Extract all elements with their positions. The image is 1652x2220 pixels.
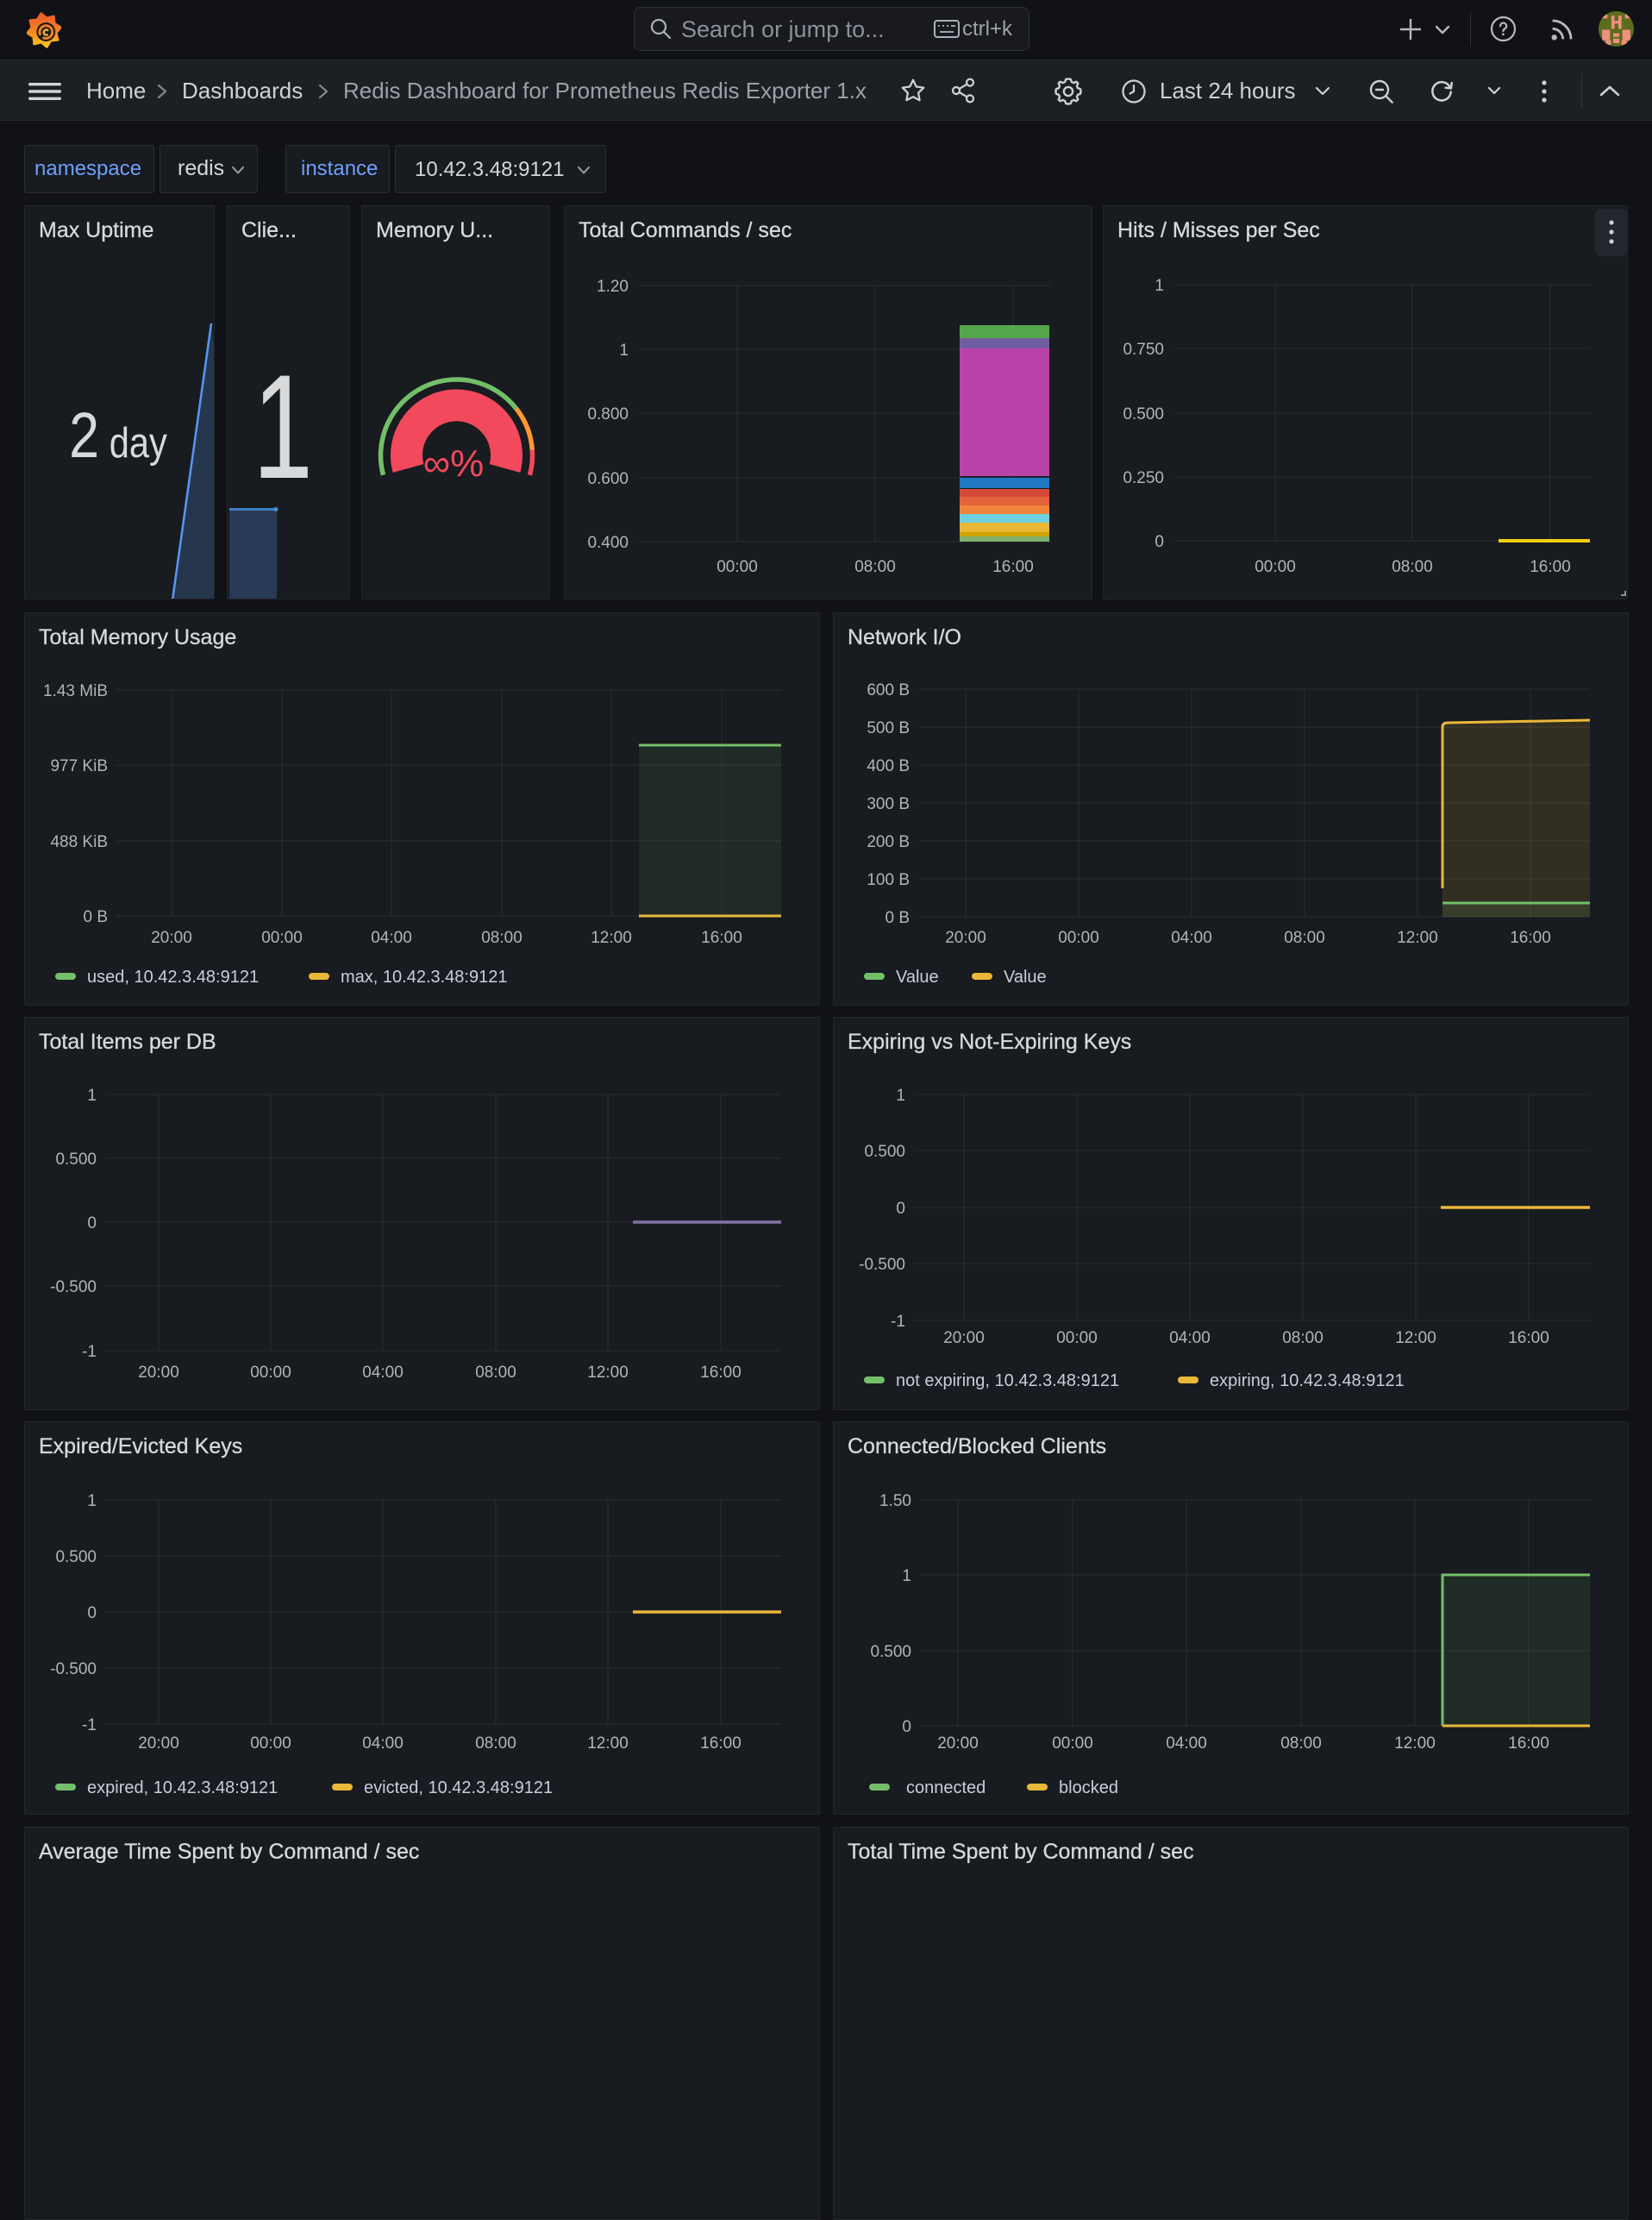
svg-text:12:00: 12:00 [1394, 1734, 1436, 1753]
svg-text:not expiring, 10.42.3.48:9121: not expiring, 10.42.3.48:9121 [896, 1371, 1119, 1390]
svg-text:08:00: 08:00 [1284, 929, 1325, 947]
svg-text:0 B: 0 B [885, 909, 910, 927]
svg-text:16:00: 16:00 [1510, 929, 1551, 947]
svg-text:1.43 MiB: 1.43 MiB [43, 682, 108, 700]
svg-text:12:00: 12:00 [1397, 929, 1438, 947]
svg-text:977 KiB: 977 KiB [50, 757, 108, 775]
svg-text:04:00: 04:00 [371, 929, 412, 947]
svg-text:-0.500: -0.500 [859, 1256, 905, 1274]
svg-text:0.500: 0.500 [870, 1643, 911, 1661]
svg-text:08:00: 08:00 [475, 1734, 516, 1753]
svg-text:00:00: 00:00 [1058, 929, 1099, 947]
svg-text:600 B: 600 B [867, 681, 910, 699]
svg-text:2 day: 2 day [69, 399, 167, 471]
svg-text:0.800: 0.800 [587, 405, 629, 423]
svg-text:12:00: 12:00 [587, 1734, 629, 1753]
svg-text:00:00: 00:00 [1255, 558, 1296, 576]
svg-text:-1: -1 [82, 1716, 97, 1734]
svg-text:-1: -1 [891, 1313, 905, 1331]
svg-text:expiring, 10.42.3.48:9121: expiring, 10.42.3.48:9121 [1210, 1371, 1405, 1390]
svg-text:12:00: 12:00 [591, 929, 632, 947]
svg-text:0.750: 0.750 [1123, 341, 1164, 359]
svg-text:1: 1 [87, 1492, 97, 1510]
svg-text:0: 0 [87, 1214, 97, 1232]
svg-text:1: 1 [896, 1087, 905, 1105]
svg-text:1.20: 1.20 [597, 278, 629, 296]
svg-text:0.500: 0.500 [55, 1151, 97, 1169]
svg-text:Value: Value [896, 968, 939, 987]
svg-text:04:00: 04:00 [362, 1734, 404, 1753]
svg-text:08:00: 08:00 [475, 1364, 516, 1382]
svg-text:0.500: 0.500 [1123, 405, 1164, 423]
svg-text:04:00: 04:00 [1171, 929, 1212, 947]
svg-text:0.500: 0.500 [55, 1548, 97, 1566]
svg-text:0: 0 [902, 1718, 911, 1736]
svg-text:300 B: 300 B [867, 795, 910, 813]
svg-text:20:00: 20:00 [937, 1734, 979, 1753]
svg-text:0: 0 [896, 1200, 905, 1218]
svg-text:12:00: 12:00 [1395, 1329, 1436, 1347]
svg-text:1.50: 1.50 [879, 1492, 911, 1510]
svg-text:488 KiB: 488 KiB [50, 833, 108, 851]
svg-text:00:00: 00:00 [1056, 1329, 1098, 1347]
svg-text:00:00: 00:00 [261, 929, 303, 947]
svg-text:08:00: 08:00 [854, 558, 896, 576]
svg-text:0: 0 [1155, 533, 1164, 551]
svg-text:connected: connected [906, 1778, 986, 1797]
svg-text:08:00: 08:00 [1282, 1329, 1323, 1347]
svg-text:0.250: 0.250 [1123, 469, 1164, 487]
svg-text:16:00: 16:00 [700, 1364, 742, 1382]
svg-text:200 B: 200 B [867, 833, 910, 851]
svg-text:1: 1 [1155, 277, 1164, 295]
svg-text:0: 0 [87, 1604, 97, 1622]
svg-text:04:00: 04:00 [362, 1364, 404, 1382]
svg-text:1: 1 [619, 342, 629, 360]
svg-text:00:00: 00:00 [716, 558, 758, 576]
svg-text:00:00: 00:00 [250, 1364, 291, 1382]
svg-text:0 B: 0 B [83, 908, 108, 926]
svg-text:500 B: 500 B [867, 719, 910, 737]
svg-text:16:00: 16:00 [1530, 558, 1571, 576]
svg-text:1: 1 [253, 344, 313, 510]
svg-text:08:00: 08:00 [1280, 1734, 1322, 1753]
svg-text:-1: -1 [82, 1343, 97, 1361]
svg-text:-0.500: -0.500 [50, 1660, 97, 1678]
svg-text:100 B: 100 B [867, 871, 910, 889]
svg-text:20:00: 20:00 [138, 1364, 179, 1382]
svg-text:expired, 10.42.3.48:9121: expired, 10.42.3.48:9121 [87, 1778, 278, 1797]
svg-text:16:00: 16:00 [700, 1734, 742, 1753]
svg-text:400 B: 400 B [867, 757, 910, 775]
svg-text:20:00: 20:00 [151, 929, 192, 947]
svg-text:-0.500: -0.500 [50, 1278, 97, 1296]
svg-text:08:00: 08:00 [1392, 558, 1433, 576]
svg-text:00:00: 00:00 [1052, 1734, 1093, 1753]
svg-text:used, 10.42.3.48:9121: used, 10.42.3.48:9121 [87, 968, 259, 987]
svg-text:∞%: ∞% [423, 442, 485, 485]
svg-text:20:00: 20:00 [943, 1329, 985, 1347]
svg-text:16:00: 16:00 [992, 558, 1034, 576]
svg-text:12:00: 12:00 [587, 1364, 629, 1382]
svg-text:0.500: 0.500 [864, 1143, 905, 1161]
svg-text:16:00: 16:00 [1508, 1329, 1549, 1347]
svg-text:0.600: 0.600 [587, 470, 629, 488]
svg-text:max, 10.42.3.48:9121: max, 10.42.3.48:9121 [341, 968, 507, 987]
svg-text:1: 1 [902, 1567, 911, 1585]
svg-text:Value: Value [1004, 968, 1047, 987]
svg-text:16:00: 16:00 [1508, 1734, 1549, 1753]
svg-text:20:00: 20:00 [945, 929, 986, 947]
svg-text:00:00: 00:00 [250, 1734, 291, 1753]
svg-text:04:00: 04:00 [1166, 1734, 1207, 1753]
svg-text:1: 1 [87, 1087, 97, 1105]
svg-text:blocked: blocked [1059, 1778, 1118, 1797]
svg-text:04:00: 04:00 [1169, 1329, 1211, 1347]
svg-text:20:00: 20:00 [138, 1734, 179, 1753]
svg-text:0.400: 0.400 [587, 534, 629, 552]
svg-text:evicted, 10.42.3.48:9121: evicted, 10.42.3.48:9121 [364, 1778, 553, 1797]
svg-text:08:00: 08:00 [481, 929, 523, 947]
svg-text:16:00: 16:00 [701, 929, 742, 947]
